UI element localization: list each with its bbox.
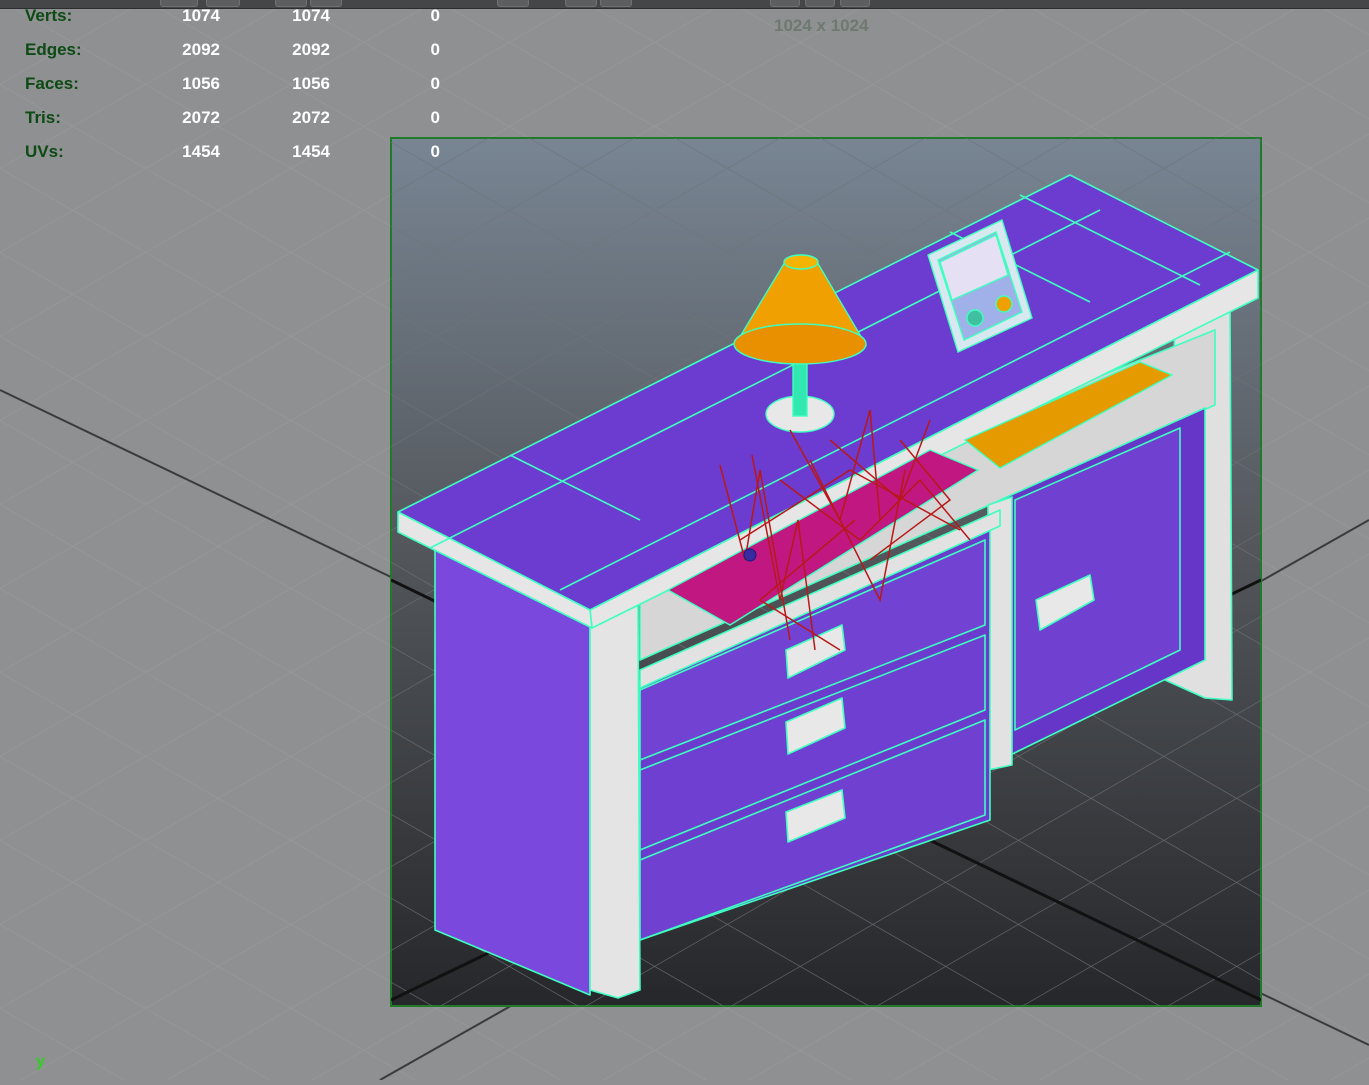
right-cabinet-divider <box>987 496 1013 771</box>
hud-label: Tris: <box>25 108 61 127</box>
hud-value: 1454 <box>182 142 220 161</box>
hud-value: 0 <box>430 108 440 127</box>
hud-value: 1056 <box>182 74 220 93</box>
toolbar-button[interactable] <box>770 0 800 7</box>
hud-value: 1454 <box>292 142 330 161</box>
hud-value: 1074 <box>182 6 220 25</box>
hud-value: 2092 <box>292 40 330 59</box>
hud-value: 2092 <box>182 40 220 59</box>
hud-value: 0 <box>430 40 440 59</box>
lamp-shade-rim <box>733 323 867 365</box>
hud-value: 2072 <box>292 108 330 127</box>
hud-label: Faces: <box>25 74 79 93</box>
hud-value: 2072 <box>182 108 220 127</box>
lamp-shade-top <box>783 254 819 270</box>
frame-figure <box>995 295 1013 313</box>
hud-label: Verts: <box>25 6 73 25</box>
hud-value: 0 <box>430 6 440 25</box>
hud-label: UVs: <box>25 142 64 161</box>
hud-label: Edges: <box>25 40 82 59</box>
hud-value: 1074 <box>292 6 330 25</box>
resolution-gate-label: 1024 x 1024 <box>774 16 869 35</box>
frame-figure <box>966 309 984 327</box>
view-axis-indicator: y <box>36 1053 45 1070</box>
toolbar-button[interactable] <box>497 0 529 7</box>
viewport-scene[interactable] <box>0 0 1369 1081</box>
lamp-stem <box>792 359 808 417</box>
left-side-panel <box>434 549 591 996</box>
toolbar-button[interactable] <box>600 0 632 7</box>
toolbar-button[interactable] <box>565 0 597 7</box>
maya-viewport[interactable]: Verts: 1074 1074 0 Edges: 2092 2092 0 Fa… <box>0 0 1369 1081</box>
toolbar-button[interactable] <box>840 0 870 7</box>
pivot-marker[interactable] <box>743 548 757 562</box>
front-left-leg <box>589 599 641 999</box>
toolbar-button[interactable] <box>805 0 835 7</box>
hud-value: 0 <box>430 74 440 93</box>
hud-value: 0 <box>430 142 440 161</box>
hud-value: 1056 <box>292 74 330 93</box>
